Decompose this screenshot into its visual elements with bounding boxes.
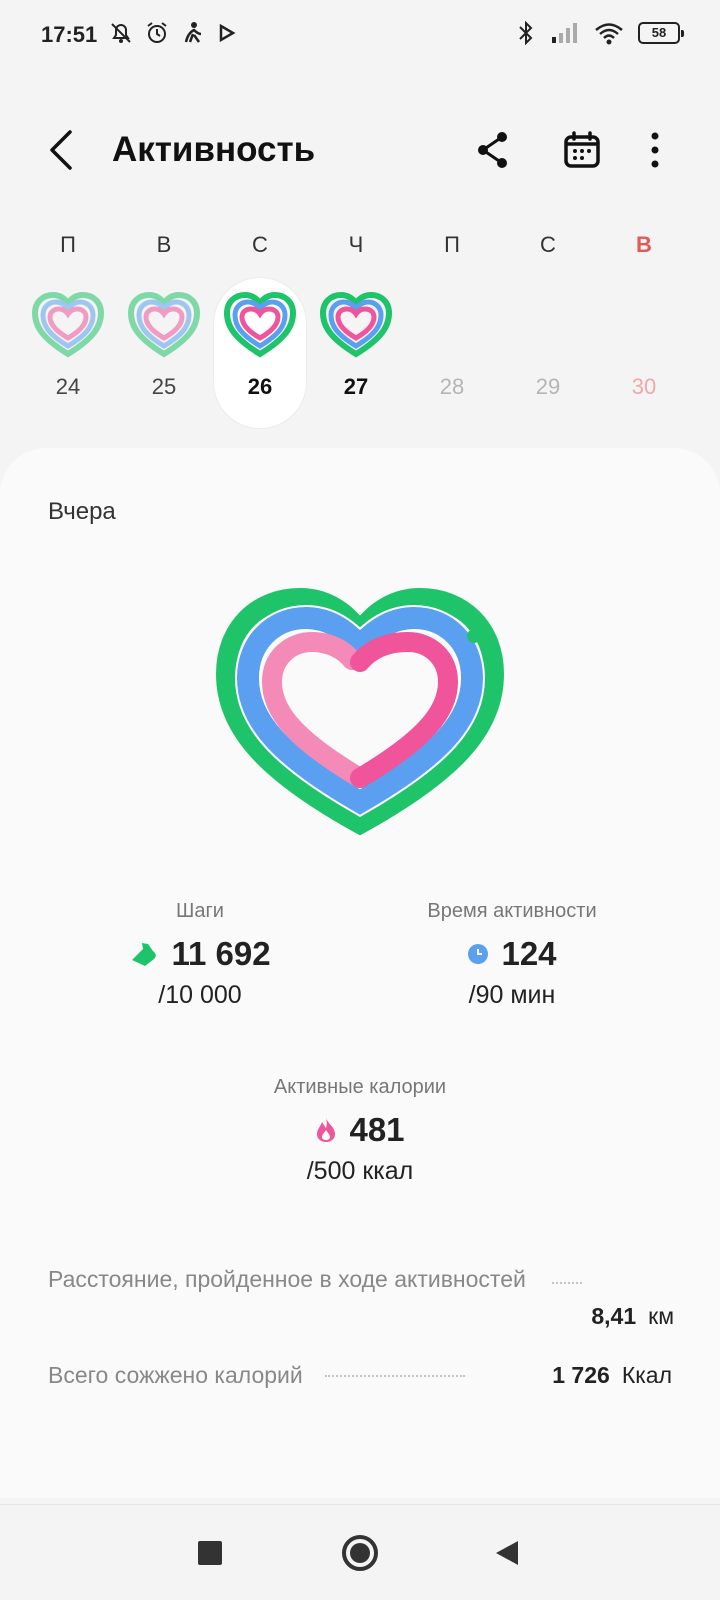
status-left-icons <box>108 20 238 46</box>
activity-card: Вчера Шаги 11 692 /10 000 Время активнос… <box>0 448 720 1498</box>
system-nav-bar <box>0 1504 720 1600</box>
day-letter: Ч <box>348 232 364 257</box>
total-calories-value: 1 726 <box>552 1362 610 1388</box>
calendar-icon <box>564 131 600 168</box>
week-strip: П 24 В 25 С 26 Ч 27 П 28 С 29 В 30 <box>0 220 720 440</box>
active-calories-goal: /500 ккал <box>306 1157 414 1185</box>
day-letter: С <box>252 232 268 257</box>
status-right-icons: 58 <box>516 20 684 46</box>
day-wednesday-selected[interactable]: С 26 <box>214 220 306 430</box>
card-date-label: Вчера <box>48 498 116 525</box>
day-saturday[interactable]: С 29 <box>502 220 594 430</box>
steps-label: Шаги <box>176 900 224 922</box>
share-button[interactable] <box>474 130 514 170</box>
steps-value: 11 692 <box>171 935 271 972</box>
day-number: 25 <box>151 374 177 399</box>
fitness-icon <box>184 22 202 43</box>
signal-icon <box>552 23 577 43</box>
day-number: 30 <box>631 374 657 399</box>
alarm-icon <box>147 22 167 43</box>
dotted-leader <box>324 1374 465 1377</box>
active-time-goal: /90 мин <box>468 981 556 1009</box>
day-number: 26 <box>247 374 273 399</box>
battery-icon: 58 <box>638 22 684 44</box>
shoe-icon <box>132 943 157 966</box>
distance-value: 8,41 <box>591 1303 637 1329</box>
day-letter: П <box>60 232 76 257</box>
steps-goal: /10 000 <box>158 981 242 1009</box>
clock-icon <box>468 944 489 964</box>
day-number: 29 <box>535 374 561 399</box>
dotted-leader <box>552 1281 583 1284</box>
active-calories-label: Активные калории <box>273 1076 447 1098</box>
active-time-stat[interactable]: Время активности 124 /90 мин <box>402 900 622 1010</box>
back-icon <box>50 130 72 170</box>
flame-icon <box>317 1118 336 1142</box>
day-number: 28 <box>439 374 465 399</box>
notifications-off-icon <box>111 23 131 43</box>
recents-button[interactable] <box>198 1541 222 1565</box>
play-store-icon <box>219 23 236 43</box>
distance-unit: км <box>648 1303 674 1329</box>
active-calories-value: 481 <box>349 1111 405 1148</box>
day-number: 24 <box>55 374 81 399</box>
page-title: Активность <box>112 130 316 169</box>
active-calories-stat[interactable]: Активные калории 481 /500 ккал <box>240 1076 480 1186</box>
active-time-label: Время активности <box>427 900 597 922</box>
calendar-button[interactable] <box>562 130 602 170</box>
wifi-icon <box>595 23 623 45</box>
status-time: 17:51 <box>41 22 98 47</box>
mini-heart-icon <box>224 292 296 358</box>
more-button[interactable] <box>640 130 670 170</box>
back-button[interactable] <box>42 128 82 172</box>
day-letter: В <box>156 232 172 257</box>
steps-stat[interactable]: Шаги 11 692 /10 000 <box>100 900 300 1010</box>
more-icon <box>651 132 659 168</box>
day-friday[interactable]: П 28 <box>406 220 498 430</box>
day-letter: В <box>636 232 652 257</box>
day-number: 27 <box>343 374 369 399</box>
activity-rings-heart <box>216 588 504 836</box>
day-letter: П <box>444 232 460 257</box>
share-icon <box>478 132 507 168</box>
total-calories-unit: Ккал <box>621 1362 672 1388</box>
day-tuesday[interactable]: В 25 <box>118 220 210 430</box>
home-button[interactable] <box>342 1535 378 1571</box>
system-back-button[interactable] <box>496 1541 518 1565</box>
day-letter: С <box>540 232 556 257</box>
bluetooth-icon <box>519 20 533 46</box>
total-calories-label: Всего сожжено калорий <box>48 1362 303 1388</box>
mini-heart-icon <box>32 292 104 358</box>
day-sunday[interactable]: В 30 <box>598 220 690 430</box>
active-time-value: 124 <box>501 935 557 972</box>
distance-label: Расстояние, пройденное в ходе активносте… <box>48 1266 526 1292</box>
mini-heart-icon <box>128 292 200 358</box>
day-monday[interactable]: П 24 <box>22 220 114 430</box>
day-thursday[interactable]: Ч 27 <box>310 220 402 430</box>
distance-row[interactable]: Расстояние, пройденное в ходе активносте… <box>48 1266 674 1330</box>
app-header: Активность <box>0 110 720 190</box>
mini-heart-icon <box>320 292 392 358</box>
status-bar: 17:51 58 <box>0 0 720 70</box>
total-calories-row[interactable]: Всего сожжено калорий 1 726 Ккал <box>48 1362 672 1389</box>
